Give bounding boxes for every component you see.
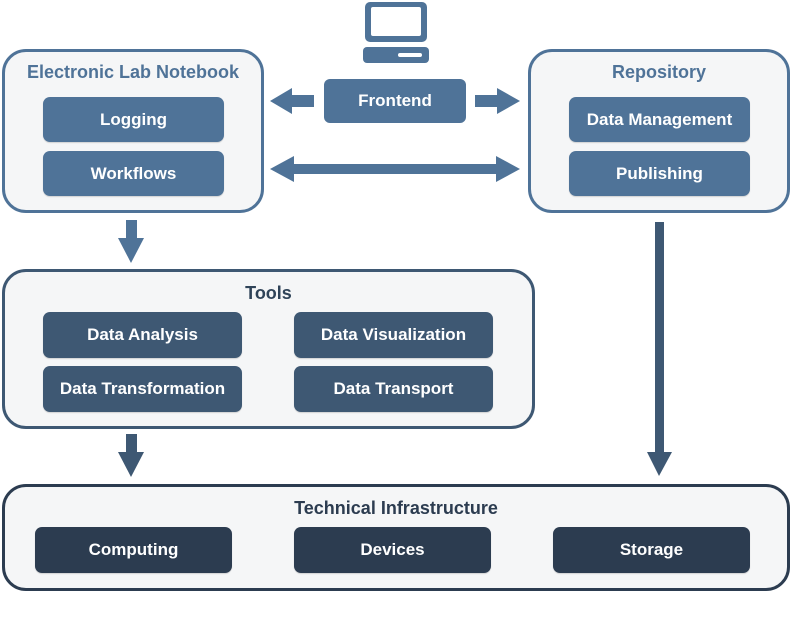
arrow-tools-to-infrastructure: [118, 434, 144, 477]
arrow-frontend-to-eln: [270, 88, 314, 114]
arrow-repository-to-infrastructure: [647, 222, 672, 476]
connection-arrows: [118, 88, 672, 477]
arrow-eln-to-tools: [118, 220, 144, 263]
arrow-frontend-to-repository: [475, 88, 520, 114]
arrow-eln-repository-bidirectional: [270, 156, 520, 182]
